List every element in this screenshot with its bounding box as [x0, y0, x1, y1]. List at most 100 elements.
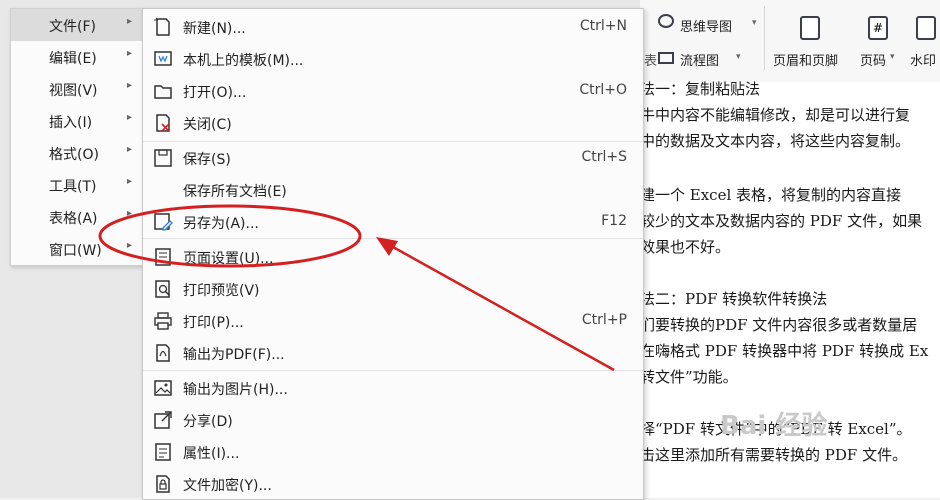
submenu-arrow-icon: ▸	[127, 144, 133, 155]
mindmap-icon	[658, 14, 674, 28]
new-doc-icon	[154, 17, 170, 36]
menu-edit[interactable]: 编辑(E) ▸	[11, 41, 143, 73]
menu-item-template[interactable]: 本机上的模板(M)...	[143, 43, 643, 75]
menu-item-label: 新建(N)...	[183, 21, 246, 37]
menu-item-open[interactable]: 打开(O)... Ctrl+O	[143, 75, 643, 107]
submenu-arrow-icon: ▸	[127, 48, 133, 59]
shortcut-label: Ctrl+P	[581, 312, 627, 328]
doc-line: 建一个 Excel 表格，将复制的内容直接	[640, 186, 902, 204]
menu-separator	[143, 370, 643, 371]
shortcut-label: F12	[601, 213, 627, 229]
submenu-arrow-icon: ▸	[127, 112, 133, 123]
menu-item-label: 打开(O)...	[183, 85, 247, 101]
menu-item-page-setup[interactable]: 页面设置(U)...	[143, 241, 643, 273]
submenu-arrow-icon: ▸	[127, 80, 133, 91]
menu-item-export-pdf[interactable]: 输出为PDF(F)...	[143, 337, 643, 369]
menu-item-label: 打印预览(V)	[183, 283, 260, 299]
doc-line: 较少的文本及数据内容的 PDF 文件，如果	[640, 212, 923, 230]
menu-item-label: 属性(I)...	[183, 446, 240, 462]
menu-separator	[143, 238, 643, 239]
menu-item-save[interactable]: 保存(S) Ctrl+S	[143, 142, 643, 174]
menu-label: 表格(A)	[49, 211, 98, 227]
flowchart-dropdown-icon[interactable]: ▾	[736, 52, 741, 62]
watermark-logo: Bai 经验	[720, 411, 828, 441]
watermark-icon	[916, 16, 936, 40]
submenu-arrow-icon: ▸	[127, 16, 133, 27]
print-preview-icon	[155, 280, 171, 298]
menu-item-label: 关闭(C)	[183, 117, 232, 133]
flowchart-button[interactable]: 流程图	[680, 50, 719, 69]
pdf-export-icon	[156, 344, 170, 362]
menu-table[interactable]: 表格(A) ▸	[11, 201, 143, 233]
menu-item-label: 输出为图片(H)...	[183, 382, 288, 398]
template-icon	[154, 51, 172, 66]
menu-item-share[interactable]: 分享(D)	[143, 404, 643, 436]
header-footer-button[interactable]: 页眉和页脚	[773, 50, 838, 69]
menu-window[interactable]: 窗口(W) ▸	[11, 233, 143, 265]
menu-item-label: 文件加密(Y)...	[183, 478, 272, 494]
save-as-icon	[154, 213, 173, 231]
menu-label: 格式(O)	[49, 147, 99, 163]
menu-item-export-image[interactable]: 输出为图片(H)...	[143, 372, 643, 404]
menu-item-new[interactable]: 新建(N)... Ctrl+N	[143, 11, 643, 43]
shortcut-label: Ctrl+S	[581, 149, 627, 165]
properties-icon	[155, 443, 171, 461]
share-icon	[154, 411, 172, 429]
menu-item-save-as[interactable]: 另存为(A)... F12	[143, 206, 643, 238]
page-number-button[interactable]: 页码	[860, 50, 886, 69]
submenu-arrow-icon: ▸	[127, 240, 133, 251]
page-number-icon: #	[868, 16, 888, 40]
mindmap-button[interactable]: 思维导图	[680, 16, 732, 35]
shortcut-label: Ctrl+O	[579, 82, 627, 98]
menu-format[interactable]: 格式(O) ▸	[11, 137, 143, 169]
doc-line: 中的数据及文本内容，将这些内容复制。	[640, 132, 911, 150]
close-doc-icon	[156, 114, 170, 132]
header-footer-icon	[800, 16, 820, 40]
mindmap-dropdown-icon[interactable]: ▾	[752, 18, 757, 28]
ribbon-divider	[764, 6, 765, 70]
menu-item-print-preview[interactable]: 打印预览(V)	[143, 273, 643, 305]
menu-item-label: 另存为(A)...	[183, 216, 259, 232]
page-setup-icon	[155, 248, 171, 266]
menu-item-encrypt[interactable]: 文件加密(Y)...	[143, 468, 643, 500]
menu-item-label: 打印(P)...	[183, 315, 244, 331]
doc-line: 法二：PDF 转换软件转换法	[640, 290, 828, 308]
page-number-dropdown-icon[interactable]: ▾	[890, 52, 895, 62]
doc-line: 击这里添加所有需要转换的 PDF 文件。	[640, 446, 908, 464]
menu-item-label: 保存所有文档(E)	[183, 184, 287, 200]
submenu-arrow-icon: ▸	[127, 176, 133, 187]
doc-line: 牛中内容不能编辑修改，却是可以进行复	[640, 106, 911, 124]
menu-label: 窗口(W)	[49, 243, 102, 259]
menu-label: 编辑(E)	[49, 51, 97, 67]
doc-line: 法一：复制粘贴法	[640, 80, 761, 98]
encrypt-icon	[156, 475, 170, 493]
menu-label: 工具(T)	[49, 179, 97, 195]
menu-item-print[interactable]: 打印(P)... Ctrl+P	[143, 305, 643, 337]
menu-view[interactable]: 视图(V) ▸	[11, 73, 143, 105]
menu-item-label: 分享(D)	[183, 414, 233, 430]
folder-icon	[154, 85, 172, 99]
menu-item-save-all[interactable]: 保存所有文档(E)	[143, 174, 643, 206]
submenu-arrow-icon: ▸	[127, 208, 133, 219]
menu-item-label: 页面设置(U)...	[183, 251, 274, 267]
doc-line: 在嗨格式 PDF 转换器中将 PDF 转换成 Ex	[640, 342, 929, 360]
doc-line: 转文件”功能。	[640, 368, 738, 386]
menu-label: 文件(F)	[49, 19, 96, 35]
menu-item-label: 保存(S)	[183, 152, 231, 168]
main-menu: 文件(F) ▸ 编辑(E) ▸ 视图(V) ▸ 插入(I) ▸ 格式(O) ▸ 工具(T)…	[10, 8, 144, 266]
ribbon-toolbar: 表 思维导图 ▾ 流程图 ▾ 页眉和页脚 # 页码 ▾ 水印	[640, 0, 940, 83]
menu-item-label: 输出为PDF(F)...	[183, 347, 285, 363]
menu-file[interactable]: 文件(F) ▸	[11, 9, 143, 41]
doc-line: 们要转换的PDF 文件内容很多或者数量居	[640, 316, 918, 334]
flowchart-icon	[658, 52, 674, 64]
save-icon	[154, 149, 172, 167]
menu-tools[interactable]: 工具(T) ▸	[11, 169, 143, 201]
menu-item-label: 本机上的模板(M)...	[183, 53, 304, 69]
menu-item-properties[interactable]: 属性(I)...	[143, 436, 643, 468]
doc-line: 效果也不好。	[640, 238, 731, 256]
watermark-button[interactable]: 水印	[910, 50, 936, 69]
menu-item-close[interactable]: 关闭(C)	[143, 107, 643, 139]
shortcut-label: Ctrl+N	[579, 18, 627, 34]
menu-insert[interactable]: 插入(I) ▸	[11, 105, 143, 137]
menu-label: 插入(I)	[49, 115, 93, 131]
